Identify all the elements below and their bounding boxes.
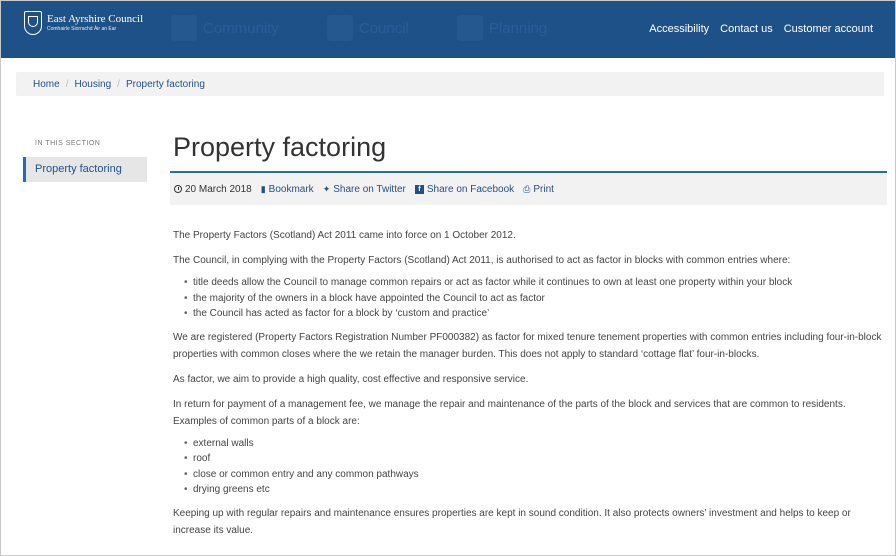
clock-icon (174, 185, 182, 193)
nav-item-council[interactable]: Council (326, 15, 409, 41)
list-item: roof (184, 451, 885, 467)
bookmark-icon: ▮ (260, 183, 266, 194)
twitter-icon: ✦ (322, 183, 331, 194)
site-header: East Ayrshire Council Comhairle Siorrach… (1, 1, 895, 58)
planning-icon (456, 15, 483, 41)
bookmark-link[interactable]: Bookmark (269, 184, 314, 195)
publish-date: 20 March 2018 (174, 184, 252, 195)
council-logo[interactable]: East Ayrshire Council Comhairle Siorrach… (24, 11, 143, 35)
paragraph: The Council, in complying with the Prope… (173, 255, 791, 266)
customer-account-link[interactable]: Customer account (784, 23, 873, 35)
breadcrumb-property-factoring[interactable]: Property factoring (126, 79, 205, 90)
paragraph: Keeping up with regular repairs and main… (173, 507, 851, 536)
bullet-list: title deeds allow the Council to manage … (173, 275, 885, 322)
twitter-share-action[interactable]: ✦ Share on Twitter (323, 184, 406, 195)
main-nav: Community Council Planning (171, 15, 595, 41)
paragraph: We are registered (Property Factors Regi… (173, 331, 882, 360)
utility-links: Accessibility Contact us Customer accoun… (638, 23, 873, 35)
breadcrumb: Home / Housing / Property factoring (16, 72, 884, 96)
list-item: the majority of the owners in a block ha… (184, 291, 885, 307)
facebook-icon: f (414, 184, 424, 194)
council-icon (326, 15, 353, 41)
facebook-share-action[interactable]: f Share on Facebook (414, 184, 514, 195)
page-title: Property factoring (173, 132, 387, 162)
browser-viewport: East Ayrshire Council Comhairle Siorrach… (0, 0, 896, 556)
bookmark-action[interactable]: ▮ Bookmark (261, 184, 314, 195)
print-link[interactable]: Print (533, 184, 554, 195)
article-body: The Property Factors (Scotland) Act 2011… (173, 227, 885, 547)
print-icon: ⎙ (523, 183, 531, 194)
bullet-list: external walls roof close or common entr… (173, 436, 885, 498)
community-icon (171, 15, 197, 41)
sidebar-item-property-factoring[interactable]: Property factoring (23, 157, 147, 182)
crest-icon (24, 11, 42, 35)
print-action[interactable]: ⎙ Print (523, 184, 554, 195)
list-item: close or common entry and any common pat… (184, 467, 885, 483)
logo-name: East Ayrshire Council (47, 13, 144, 25)
breadcrumb-separator: / (117, 78, 120, 90)
breadcrumb-separator: / (65, 78, 69, 90)
list-item: the Council has acted as factor for a bl… (184, 306, 885, 322)
list-item: drying greens etc (184, 482, 885, 498)
breadcrumb-housing[interactable]: Housing (74, 79, 111, 90)
paragraph: As factor, we aim to provide a high qual… (173, 373, 529, 385)
list-item: title deeds allow the Council to manage … (184, 275, 885, 291)
page-meta-bar: 20 March 2018 ▮ Bookmark ✦ Share on Twitte… (170, 173, 887, 205)
twitter-share-link[interactable]: Share on Twitter (333, 184, 406, 195)
contact-us-link[interactable]: Contact us (720, 23, 773, 35)
nav-item-planning[interactable]: Planning (456, 15, 547, 41)
list-item: external walls (184, 436, 885, 452)
nav-item-community[interactable]: Community (171, 15, 279, 41)
sidebar-heading: IN THIS SECTION (35, 140, 101, 147)
facebook-share-link[interactable]: Share on Facebook (427, 184, 514, 195)
logo-text: East Ayrshire Council Comhairle Siorrach… (47, 14, 143, 32)
accessibility-link[interactable]: Accessibility (649, 23, 709, 35)
logo-subtitle: Comhairle Siorrachd Àir an Ear (47, 26, 117, 32)
breadcrumb-home[interactable]: Home (33, 79, 60, 90)
paragraph: In return for payment of a management fe… (173, 398, 846, 427)
paragraph: The Property Factors (Scotland) Act 2011… (173, 230, 516, 241)
